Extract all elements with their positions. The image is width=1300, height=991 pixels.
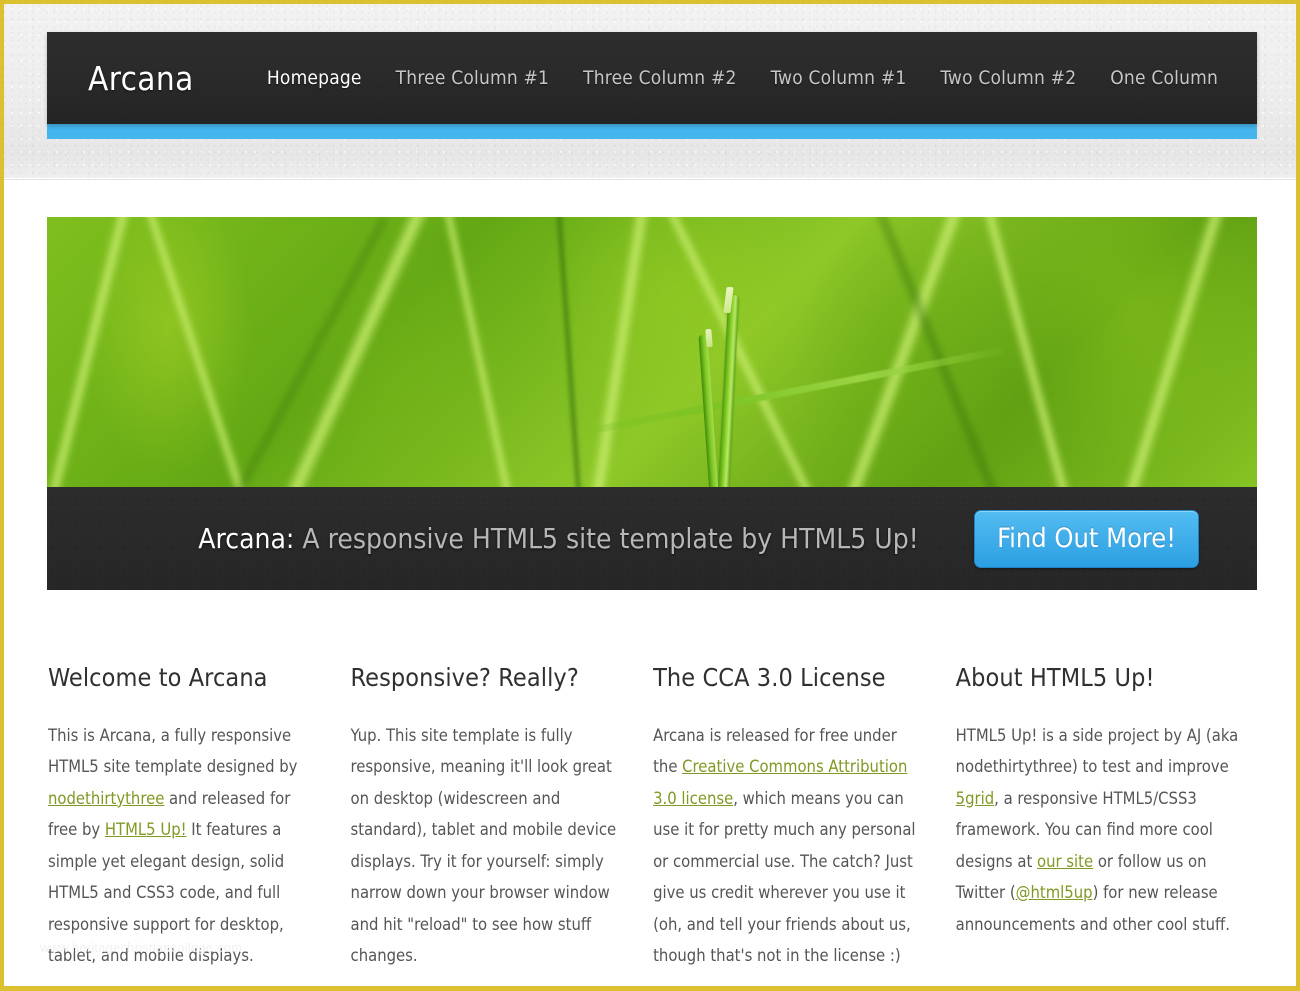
column-paragraph: This is Arcana, a fully responsive HTML5… [48,720,315,972]
main-navigation: HomepageThree Column #1Three Column #2Tw… [250,32,1235,124]
body-link[interactable]: HTML5 Up! [105,820,187,839]
find-out-more-button[interactable]: Find Out More! [974,510,1199,568]
content-column: About HTML5 Up! HTML5 Up! is a side proje… [956,664,1258,972]
content-column: Welcome to Arcana This is Arcana, a fully… [48,664,351,972]
column-heading: The CCA 3.0 License [653,664,920,692]
banner-caption-strong: Arcana: [198,522,294,555]
grass-blade-decoration [573,217,660,487]
grass-blade-decoration [590,347,1004,434]
grass-blade-decoration [1093,217,1240,487]
body-link[interactable]: 5grid [956,789,995,808]
column-paragraph: Arcana is released for free under the Cr… [653,720,920,972]
nav-item-one-column[interactable]: One Column [1093,67,1235,89]
banner-caption-text: Arcana: A responsive HTML5 site template… [47,522,974,555]
hero-banner: Arcana: A responsive HTML5 site template… [47,217,1257,590]
grass-blade-decoration [554,217,587,487]
banner-caption-bar: Arcana: A responsive HTML5 site template… [47,487,1257,590]
nav-item-three-column-1[interactable]: Three Column #1 [379,67,566,89]
nav-accent-bar [47,124,1257,139]
grass-blade-decoration [136,217,272,487]
body-link[interactable]: our site [1037,852,1093,871]
nav-item-three-column-2[interactable]: Three Column #2 [566,67,753,89]
grass-blade-decoration [246,217,449,487]
grass-blade-decoration [433,217,532,487]
content-columns: Welcome to Arcana This is Arcana, a fully… [48,664,1258,972]
content-column: The CCA 3.0 License Arcana is released fo… [653,664,956,972]
nav-item-two-column-1[interactable]: Two Column #1 [754,67,924,89]
nav-item-two-column-2[interactable]: Two Column #2 [923,67,1093,89]
column-paragraph: HTML5 Up! is a side project by AJ (aka n… [956,720,1258,941]
body-text: This is Arcana, a fully responsive HTML5… [48,726,297,777]
content-column: Responsive? Really? Yup. This site templa… [351,664,654,972]
site-logo[interactable]: Arcana [88,62,194,95]
body-text: , which means you can use it for pretty … [653,789,915,966]
column-heading: Welcome to Arcana [48,664,315,692]
site-header: Arcana HomepageThree Column #1Three Colu… [47,32,1257,124]
body-text: HTML5 Up! is a side project by AJ (aka n… [956,726,1239,777]
body-link[interactable]: nodethirtythree [48,789,164,808]
column-heading: Responsive? Really? [351,664,618,692]
body-link[interactable]: @html5up [1016,883,1093,902]
column-heading: About HTML5 Up! [956,664,1258,692]
column-paragraph: Yup. This site template is fully respons… [351,720,618,972]
grass-blade-decoration [658,217,850,487]
grass-blade-tip [705,329,713,347]
watermark-text: www.heritagechristiancollege.com [40,940,242,955]
banner-caption-rest: A responsive HTML5 site template by HTML… [294,522,918,555]
hero-banner-image [47,217,1257,487]
body-text: Yup. This site template is fully respons… [351,726,617,966]
grass-blade-decoration [47,217,144,487]
nav-item-homepage[interactable]: Homepage [250,67,379,89]
